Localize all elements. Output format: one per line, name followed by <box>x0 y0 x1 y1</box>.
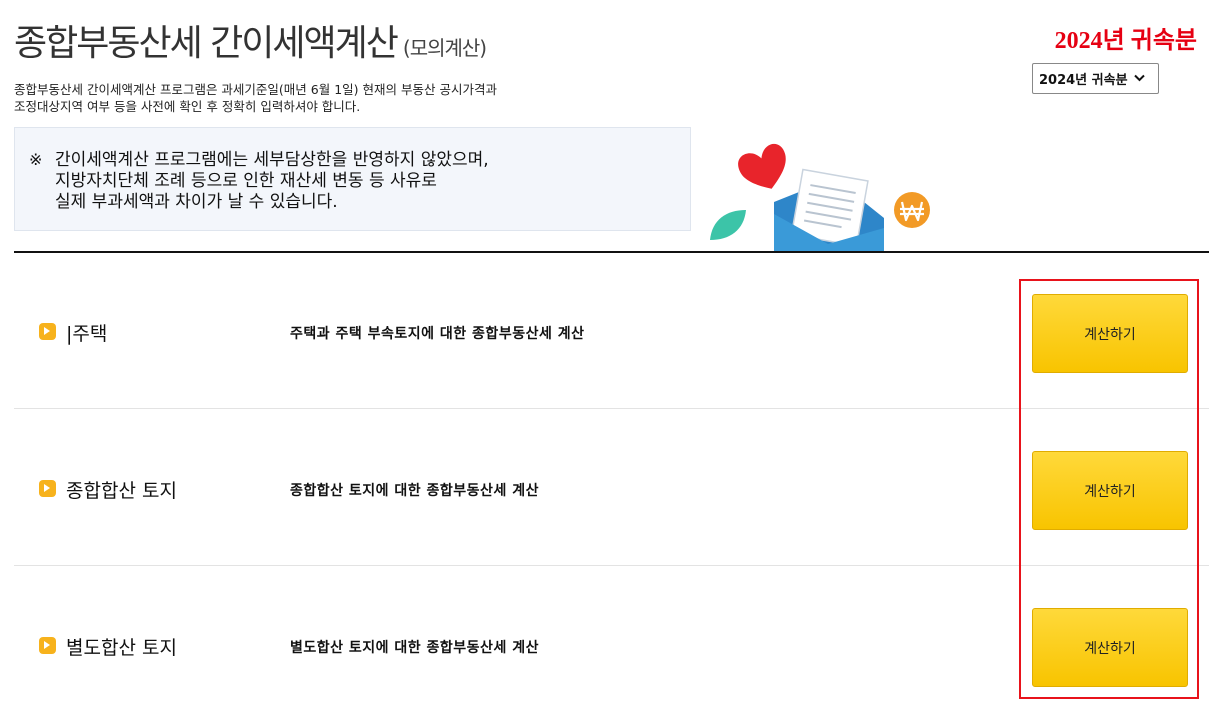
arrow-bullet-icon <box>39 323 56 340</box>
year-select[interactable]: 2024년 귀속분 <box>1032 63 1159 94</box>
tax-row-housing: |주택 주택과 주택 부속토지에 대한 종합부동산세 계산 계산하기 <box>14 253 1209 409</box>
notice-text: 간이세액계산 프로그램에는 세부담상한을 반영하지 않았으며, 지방자치단체 조… <box>55 150 489 212</box>
page-title-sub: (모의계산) <box>402 36 487 60</box>
arrow-bullet-icon <box>39 637 56 654</box>
tax-row-combined-land: 종합합산 토지 종합합산 토지에 대한 종합부동산세 계산 계산하기 <box>14 410 1209 566</box>
row-description: 주택과 주택 부속토지에 대한 종합부동산세 계산 <box>290 326 585 342</box>
tax-row-separate-land: 별도합산 토지 별도합산 토지에 대한 종합부동산세 계산 계산하기 <box>14 567 1209 705</box>
intro-description-line: 조정대상지역 여부 등을 사전에 확인 후 정확히 입력하셔야 합니다. <box>14 99 361 114</box>
calculate-button-separate-land[interactable]: 계산하기 <box>1032 608 1188 687</box>
row-label: |주택 <box>66 323 108 345</box>
arrow-bullet-icon <box>39 480 56 497</box>
year-label: 2024년 귀속분 <box>1054 28 1197 54</box>
page: 종합부동산세 간이세액계산 (모의계산) 2024년 귀속분 2024년 귀속분 … <box>0 0 1209 705</box>
row-label: 종합합산 토지 <box>66 480 177 502</box>
envelope-heart-won-illustration <box>706 140 946 252</box>
row-label: 별도합산 토지 <box>66 637 177 659</box>
page-title: 종합부동산세 간이세액계산 (모의계산) <box>14 14 487 66</box>
notice-box: ※ 간이세액계산 프로그램에는 세부담상한을 반영하지 않았으며, 지방자치단체… <box>14 127 691 231</box>
intro-description: 종합부동산세 간이세액계산 프로그램은 과세기준일(매년 6월 1일) 현재의 … <box>14 81 497 115</box>
notice-mark: ※ <box>29 150 43 169</box>
chevron-down-icon <box>1133 72 1145 85</box>
year-select-value: 2024년 귀속분 <box>1039 73 1128 88</box>
intro-description-line: 종합부동산세 간이세액계산 프로그램은 과세기준일(매년 6월 1일) 현재의 … <box>14 82 497 97</box>
row-description: 종합합산 토지에 대한 종합부동산세 계산 <box>290 483 539 499</box>
page-title-main: 종합부동산세 간이세액계산 <box>14 23 399 64</box>
row-description: 별도합산 토지에 대한 종합부동산세 계산 <box>290 640 539 656</box>
calculate-button-combined-land[interactable]: 계산하기 <box>1032 451 1188 530</box>
calculate-button-housing[interactable]: 계산하기 <box>1032 294 1188 373</box>
